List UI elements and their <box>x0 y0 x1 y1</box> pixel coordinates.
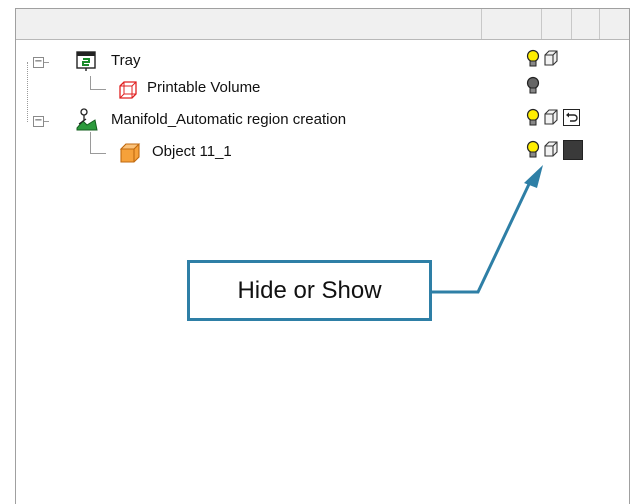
annotation-arrow <box>432 165 543 294</box>
callout-text: Hide or Show <box>237 276 382 304</box>
hide-or-show-callout: Hide or Show <box>187 260 432 321</box>
